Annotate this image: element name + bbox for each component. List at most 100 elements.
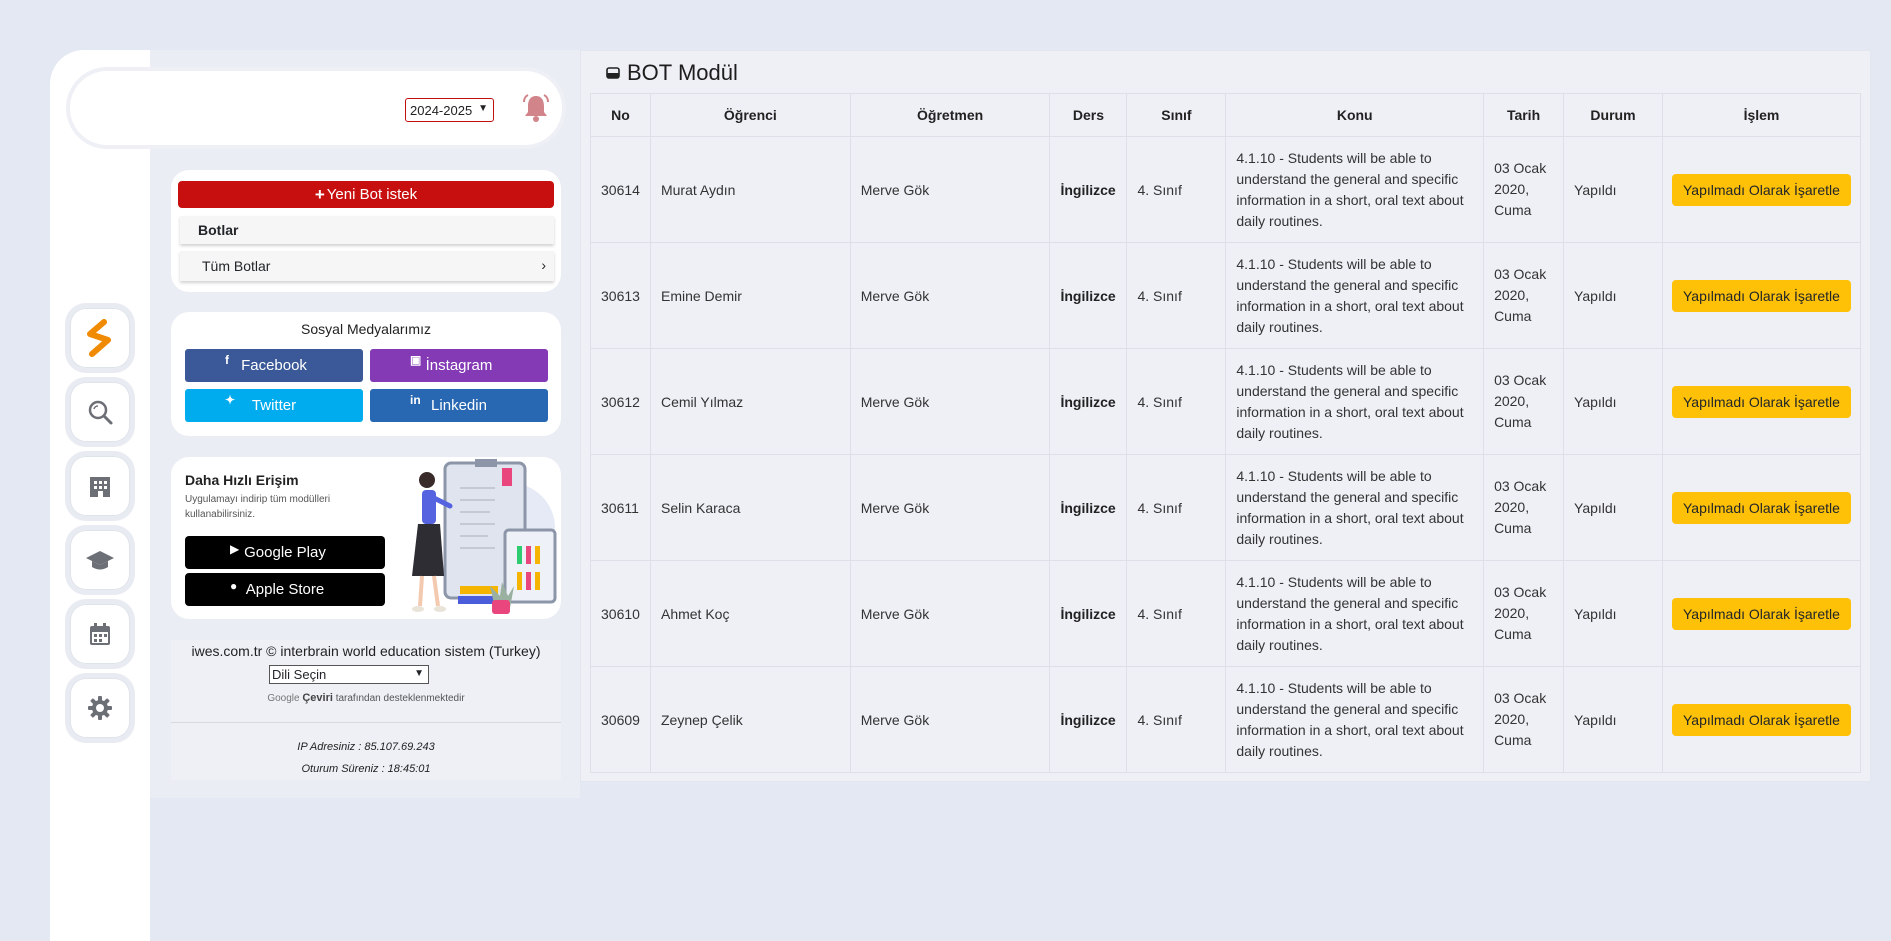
cell-no: 30612 <box>590 348 651 455</box>
brand-logo-icon[interactable] <box>70 308 130 368</box>
column-header-ogretmen[interactable]: Öğretmen <box>849 93 1051 137</box>
app-card-title: Daha Hızlı Erişim <box>185 472 299 488</box>
ip-address-text: IP Adresiniz : 85.107.69.243 <box>297 741 435 753</box>
cell-islem: Yapılmadı Olarak İşaretle <box>1661 666 1862 773</box>
cell-ders: İngilizce <box>1049 136 1128 243</box>
cell-islem: Yapılmadı Olarak İşaretle <box>1661 348 1862 455</box>
cell-ders: İngilizce <box>1049 454 1128 561</box>
mark-not-done-button[interactable]: Yapılmadı Olarak İşaretle <box>1672 703 1851 736</box>
facebook-button[interactable]: f Facebook <box>185 349 363 382</box>
ceviri-link[interactable]: Çeviri <box>302 692 333 704</box>
instagram-label: İnstagram <box>425 357 493 374</box>
cell-sinif: 4. Sınıf <box>1126 454 1227 561</box>
cell-ogrenci: Murat Aydın <box>649 136 851 243</box>
search-icon[interactable] <box>70 382 130 442</box>
cell-no: 30613 <box>590 242 651 349</box>
social-title: Sosyal Medyalarımız <box>301 321 431 337</box>
mark-not-done-button[interactable]: Yapılmadı Olarak İşaretle <box>1672 491 1851 524</box>
sidebar-footer <box>171 640 561 780</box>
cell-durum: Yapıldı <box>1563 560 1663 667</box>
bot-table: No Öğrenci Öğretmen Ders Sınıf Konu Tari… <box>590 93 1862 773</box>
twitter-label: Twitter <box>251 397 297 414</box>
cell-no: 30611 <box>590 454 651 561</box>
session-time-text: Oturum Süreniz : 18:45:01 <box>301 763 431 775</box>
column-header-ogrenci[interactable]: Öğrenci <box>649 93 851 137</box>
cell-tarih: 03 Ocak 2020, Cuma <box>1483 242 1565 349</box>
powered-by-text: Google Çeviri tarafından desteklenmekted… <box>171 692 561 704</box>
new-bot-request-button[interactable]: + Yeni Bot istek <box>178 181 554 208</box>
bots-section-title: Botlar <box>180 216 554 244</box>
linkedin-label: Linkedin <box>431 397 487 414</box>
cell-islem: Yapılmadı Olarak İşaretle <box>1661 560 1862 667</box>
graduation-cap-icon[interactable] <box>70 530 130 590</box>
cell-tarih: 03 Ocak 2020, Cuma <box>1483 136 1565 243</box>
cell-ders: İngilizce <box>1049 348 1128 455</box>
cell-ogrenci: Ahmet Koç <box>649 560 851 667</box>
cell-ogretmen: Merve Gök <box>849 242 1051 349</box>
year-select[interactable]: 2024-2025 ▼ <box>405 98 494 122</box>
copyright-text: iwes.com.tr © interbrain world education… <box>191 643 541 659</box>
new-bot-request-label: Yeni Bot istek <box>326 186 418 203</box>
mark-not-done-button[interactable]: Yapılmadı Olarak İşaretle <box>1672 385 1851 418</box>
building-icon[interactable] <box>70 456 130 516</box>
cell-islem: Yapılmadı Olarak İşaretle <box>1661 136 1862 243</box>
cell-tarih: 03 Ocak 2020, Cuma <box>1483 348 1565 455</box>
mark-not-done-button[interactable]: Yapılmadı Olarak İşaretle <box>1672 173 1851 206</box>
cell-konu: 4.1.10 - Students will be able to unders… <box>1225 348 1485 455</box>
cell-durum: Yapıldı <box>1563 454 1663 561</box>
column-header-tarih[interactable]: Tarih <box>1483 93 1565 137</box>
gear-icon[interactable] <box>70 678 130 738</box>
bell-icon[interactable] <box>520 92 552 128</box>
year-select-value: 2024-2025 <box>410 102 473 118</box>
cell-tarih: 03 Ocak 2020, Cuma <box>1483 454 1565 561</box>
page-title-text: BOT Modül <box>627 60 738 85</box>
apple-store-button[interactable]: ● Apple Store <box>185 573 385 606</box>
cell-konu: 4.1.10 - Students will be able to unders… <box>1225 136 1485 243</box>
cell-no: 30609 <box>590 666 651 773</box>
sidebar-item-all-bots[interactable]: Tüm Botlar › <box>180 251 554 281</box>
table-row: 30611 Selin Karaca Merve Gök İngilizce 4… <box>590 454 1862 561</box>
language-select[interactable]: Dili Seçin ▼ <box>269 665 429 684</box>
chevron-down-icon: ▼ <box>478 103 488 114</box>
twitter-button[interactable]: ✦ Twitter <box>185 389 363 422</box>
powered-rest-text: tarafından desteklenmektedir <box>335 693 465 704</box>
table-row: 30614 Murat Aydın Merve Gök İngilizce 4.… <box>590 136 1862 243</box>
table-row: 30609 Zeynep Çelik Merve Gök İngilizce 4… <box>590 666 1862 773</box>
google-play-button[interactable]: ▶ Google Play <box>185 536 385 569</box>
cell-ogretmen: Merve Gök <box>849 136 1051 243</box>
column-header-ders[interactable]: Ders <box>1049 93 1128 137</box>
column-header-durum[interactable]: Durum <box>1563 93 1663 137</box>
icon-rail <box>50 50 150 941</box>
table-row: 30613 Emine Demir Merve Gök İngilizce 4.… <box>590 242 1862 349</box>
instagram-button[interactable]: ▣ İnstagram <box>370 349 548 382</box>
cell-konu: 4.1.10 - Students will be able to unders… <box>1225 454 1485 561</box>
calendar-icon[interactable] <box>70 604 130 664</box>
table-row: 30612 Cemil Yılmaz Merve Gök İngilizce 4… <box>590 348 1862 455</box>
column-header-islem[interactable]: İşlem <box>1661 93 1862 137</box>
chevron-right-icon: › <box>541 257 546 273</box>
chevron-down-icon: ▼ <box>414 668 424 679</box>
cell-durum: Yapıldı <box>1563 136 1663 243</box>
column-header-konu[interactable]: Konu <box>1225 93 1485 137</box>
table-header-row: No Öğrenci Öğretmen Ders Sınıf Konu Tari… <box>590 93 1862 137</box>
cell-ogretmen: Merve Gök <box>849 348 1051 455</box>
app-card-description: Uygulamayı indirip tüm modülleri kullana… <box>185 494 331 520</box>
column-header-sinif[interactable]: Sınıf <box>1126 93 1227 137</box>
linkedin-button[interactable]: in Linkedin <box>370 389 548 422</box>
cell-ders: İngilizce <box>1049 242 1128 349</box>
cell-sinif: 4. Sınıf <box>1126 136 1227 243</box>
column-header-no[interactable]: No <box>590 93 651 137</box>
plus-icon: + <box>314 184 325 204</box>
google-logo-text: Google <box>267 693 300 704</box>
apple-store-label: Apple Store <box>245 581 325 598</box>
cell-sinif: 4. Sınıf <box>1126 560 1227 667</box>
cell-ogretmen: Merve Gök <box>849 666 1051 773</box>
cell-ogretmen: Merve Gök <box>849 454 1051 561</box>
facebook-icon: f <box>225 353 229 367</box>
footer-divider <box>171 722 561 723</box>
cell-ogrenci: Zeynep Çelik <box>649 666 851 773</box>
cell-sinif: 4. Sınıf <box>1126 242 1227 349</box>
play-icon: ▶ <box>230 542 240 556</box>
mark-not-done-button[interactable]: Yapılmadı Olarak İşaretle <box>1672 279 1851 312</box>
mark-not-done-button[interactable]: Yapılmadı Olarak İşaretle <box>1672 597 1851 630</box>
